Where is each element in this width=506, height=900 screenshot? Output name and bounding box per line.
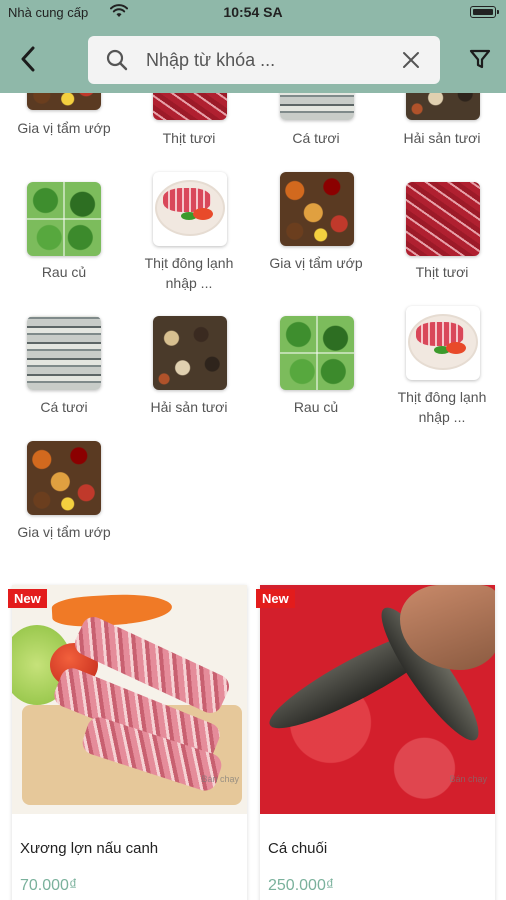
spice-thumbnail: [27, 441, 101, 515]
category-label: Cá tươi: [40, 399, 88, 415]
search-input[interactable]: [146, 47, 386, 73]
clock: 10:54 SA: [223, 4, 283, 20]
category-label: Thịt đông lạnh nhập ...: [397, 389, 487, 425]
watermark-text: Bán chạy: [201, 774, 239, 784]
product-image: Bán chạy: [12, 585, 247, 814]
category-label: Gia vị tẩm ướp: [17, 524, 111, 540]
meat-thumbnail: [406, 182, 480, 256]
product-image: Bán chạy: [260, 585, 495, 814]
vegetable-thumbnail: [27, 182, 101, 256]
product-name: Cá chuối: [268, 840, 328, 857]
product-name: Xương lợn nấu canh: [20, 840, 159, 857]
category-label: Gia vị tẩm ướp: [269, 255, 363, 271]
search-icon: [106, 49, 128, 71]
app-header: Nhà cung cấp 10:54 SA: [0, 0, 506, 93]
search-bar[interactable]: [88, 36, 440, 84]
category-label: Thịt tươi: [162, 130, 216, 146]
battery-icon: [470, 6, 499, 18]
seafood-thumbnail: [153, 316, 227, 390]
category-label: Rau củ: [293, 399, 339, 415]
watermark-text: Bán chạy: [449, 774, 487, 784]
category-label: Cá tươi: [292, 130, 340, 146]
product-price: 70.000₫: [20, 877, 78, 894]
back-button[interactable]: [14, 44, 42, 74]
vegetable-thumbnail: [280, 316, 354, 390]
new-badge: New: [8, 589, 47, 608]
category-label: Gia vị tẩm ướp: [17, 120, 111, 136]
filter-icon[interactable]: [468, 47, 492, 71]
spice-thumbnail: [280, 172, 354, 246]
product-price: 250.000₫: [268, 877, 335, 894]
fish-thumbnail: [27, 316, 101, 390]
chevron-left-icon: [21, 46, 35, 72]
category-label: Thịt đông lạnh nhập ...: [144, 255, 234, 291]
product-card[interactable]: Bán chạy New Cá chuối 250.000₫: [256, 585, 495, 900]
clear-search-icon[interactable]: [402, 51, 420, 69]
category-label: Rau củ: [41, 264, 87, 280]
category-label: Hải sản tươi: [150, 399, 228, 415]
status-bar: Nhà cung cấp 10:54 SA: [0, 0, 506, 26]
frozen-meat-thumbnail: [406, 306, 480, 380]
product-card[interactable]: Bán chạy New Xương lợn nấu canh 70.000₫: [8, 585, 247, 900]
frozen-meat-thumbnail: [153, 172, 227, 246]
category-label: Hải sản tươi: [403, 130, 481, 146]
new-badge: New: [256, 589, 295, 608]
category-label: Thịt tươi: [415, 264, 469, 280]
